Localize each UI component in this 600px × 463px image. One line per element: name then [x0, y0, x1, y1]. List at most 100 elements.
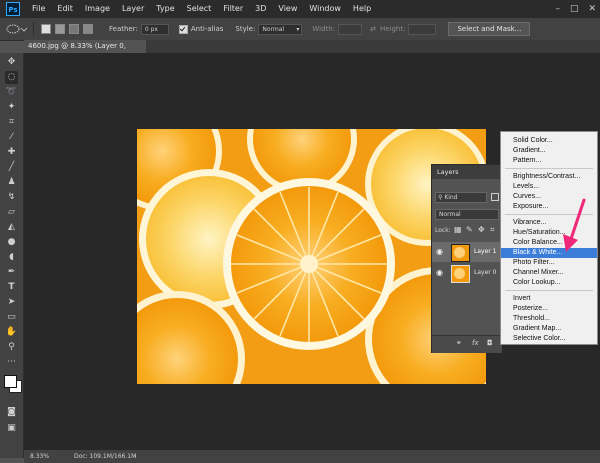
elliptical-marquee-icon[interactable]: ◌ — [5, 71, 18, 84]
lock-paint-icon[interactable]: ✎ — [466, 225, 473, 234]
menu-item-photo-filter[interactable]: Photo Filter... — [501, 258, 597, 268]
status-menu-icon[interactable]: › — [134, 450, 136, 463]
layers-footer: ⚭ fx ◘ — [432, 335, 502, 353]
layer-name[interactable]: Layer 1 — [474, 248, 496, 255]
new-selection-icon[interactable] — [41, 24, 51, 34]
zoom-level[interactable]: 8.33% — [30, 450, 49, 463]
menu-item-threshold[interactable]: Threshold... — [501, 314, 597, 324]
menu-select[interactable]: Select — [181, 0, 218, 18]
type-tool-icon[interactable]: T — [5, 281, 18, 294]
quick-mask-icon[interactable]: ◙ — [5, 406, 18, 419]
options-bar: Feather: 0 px Anti-alias Style: Normal ▾… — [0, 18, 600, 41]
healing-brush-icon[interactable]: ✚ — [5, 146, 18, 159]
menu-image[interactable]: Image — [79, 0, 116, 18]
add-mask-icon[interactable]: ◘ — [487, 339, 493, 347]
rectangle-icon[interactable]: ▭ — [5, 311, 18, 324]
eyedropper-icon[interactable]: ⁄ — [5, 131, 18, 144]
style-value: Normal — [262, 25, 285, 33]
visibility-eye-icon[interactable]: ◉ — [436, 247, 443, 256]
menu-item-brightness-contrast[interactable]: Brightness/Contrast... — [501, 172, 597, 182]
menu-layer[interactable]: Layer — [116, 0, 150, 18]
path-selection-icon[interactable]: ➤ — [5, 296, 18, 309]
pen-icon[interactable]: ✒ — [5, 266, 18, 279]
dodge-icon[interactable]: ◖ — [5, 251, 18, 264]
blend-mode-select[interactable]: Normal — [435, 209, 499, 220]
document-tab[interactable]: 4600.jpg @ 8.33% (Layer 0, RGB/8) * × — [24, 40, 146, 63]
eraser-icon[interactable]: ▱ — [5, 206, 18, 219]
layer-thumbnail — [451, 265, 470, 283]
select-and-mask-button[interactable]: Select and Mask... — [448, 22, 531, 36]
lasso-icon[interactable]: ➰ — [5, 86, 18, 99]
hand-icon[interactable]: ✋ — [5, 326, 18, 339]
close-window-icon[interactable]: ✕ — [588, 4, 596, 14]
menu-help[interactable]: Help — [347, 0, 377, 18]
maximize-icon[interactable]: □ — [570, 4, 579, 14]
crop-icon[interactable]: ⌗ — [5, 116, 18, 129]
menu-item-pattern[interactable]: Pattern... — [501, 156, 597, 166]
clone-stamp-icon[interactable]: ♟ — [5, 176, 18, 189]
menu-type[interactable]: Type — [150, 0, 180, 18]
window-controls: – □ ✕ — [555, 0, 596, 18]
width-input[interactable] — [338, 23, 363, 35]
move-tool-icon[interactable]: ✥ — [5, 56, 18, 69]
layer-row[interactable]: ◉ Layer 0 — [432, 263, 502, 283]
menu-item-channel-mixer[interactable]: Channel Mixer... — [501, 268, 597, 278]
menu-item-gradient-map[interactable]: Gradient Map... — [501, 324, 597, 334]
menu-window[interactable]: Window — [303, 0, 347, 18]
menu-filter[interactable]: Filter — [217, 0, 249, 18]
menu-item-gradient[interactable]: Gradient... — [501, 146, 597, 156]
doc-size[interactable]: Doc: 109.1M/166.1M — [74, 450, 136, 463]
lock-artboard-icon[interactable]: ⌗ — [490, 225, 495, 235]
marquee-preset-icon[interactable] — [4, 22, 28, 36]
image-filter-icon[interactable] — [491, 193, 499, 201]
layers-panel-header: Layers — [432, 165, 502, 179]
feather-input[interactable]: 0 px — [140, 23, 169, 35]
menu-item-solid-color[interactable]: Solid Color... — [501, 136, 597, 146]
kind-filter-select[interactable]: ⚲ Kind — [435, 192, 487, 203]
antialias-checkbox[interactable] — [178, 24, 188, 34]
fruit-slice-center — [223, 178, 395, 350]
paint-bucket-icon[interactable]: ◭ — [5, 221, 18, 234]
lock-pixels-icon[interactable]: ▦ — [454, 225, 462, 234]
add-selection-icon[interactable] — [55, 24, 65, 34]
menu-item-levels[interactable]: Levels... — [501, 182, 597, 192]
link-layers-icon[interactable]: ⚭ — [456, 339, 462, 347]
zoom-icon[interactable]: ⚲ — [5, 341, 18, 354]
kind-label: Kind — [444, 194, 458, 201]
antialias-label: Anti-alias — [190, 25, 224, 33]
visibility-eye-icon[interactable]: ◉ — [436, 268, 443, 277]
magic-wand-icon[interactable]: ✦ — [5, 101, 18, 114]
menu-item-posterize[interactable]: Posterize... — [501, 304, 597, 314]
menu-item-selective-color[interactable]: Selective Color... — [501, 334, 597, 344]
style-select[interactable]: Normal ▾ — [258, 23, 303, 35]
minimize-icon[interactable]: – — [555, 4, 560, 14]
history-brush-icon[interactable]: ↯ — [5, 191, 18, 204]
height-input[interactable] — [408, 23, 437, 35]
swap-icon[interactable]: ⇄ — [370, 25, 376, 33]
layer-name[interactable]: Layer 0 — [474, 269, 496, 276]
menu-edit[interactable]: Edit — [51, 0, 79, 18]
feather-label: Feather: — [109, 25, 138, 33]
menu-item-color-lookup[interactable]: Color Lookup... — [501, 278, 597, 288]
layers-title[interactable]: Layers — [437, 168, 459, 176]
status-bar: 8.33% Doc: 109.1M/166.1M › — [24, 450, 600, 463]
menu-view[interactable]: View — [272, 0, 303, 18]
lock-position-icon[interactable]: ✥ — [478, 225, 485, 234]
more-tools-icon[interactable]: ··· — [5, 356, 18, 369]
menu-3d[interactable]: 3D — [249, 0, 272, 18]
menu-file[interactable]: File — [26, 0, 51, 18]
menu-item-invert[interactable]: Invert — [501, 294, 597, 304]
menu-divider — [505, 168, 593, 169]
tools-panel: ✥ ◌ ➰ ✦ ⌗ ⁄ ✚ ╱ ♟ ↯ ▱ ◭ ● ◖ ✒ T ➤ ▭ ✋ ⚲ … — [0, 53, 24, 458]
foreground-swatch — [4, 375, 17, 388]
layer-row[interactable]: ◉ Layer 1 — [432, 242, 502, 262]
chevron-down-icon: ▾ — [296, 25, 300, 33]
brush-icon[interactable]: ╱ — [5, 161, 18, 174]
layer-thumbnail — [451, 244, 470, 262]
photoshop-logo[interactable]: Ps — [6, 2, 20, 16]
screen-mode-icon[interactable]: ▣ — [5, 422, 18, 435]
subtract-selection-icon[interactable] — [69, 24, 79, 34]
blur-icon[interactable]: ● — [5, 236, 18, 249]
fx-icon[interactable]: fx — [472, 339, 479, 347]
intersect-selection-icon[interactable] — [83, 24, 93, 34]
